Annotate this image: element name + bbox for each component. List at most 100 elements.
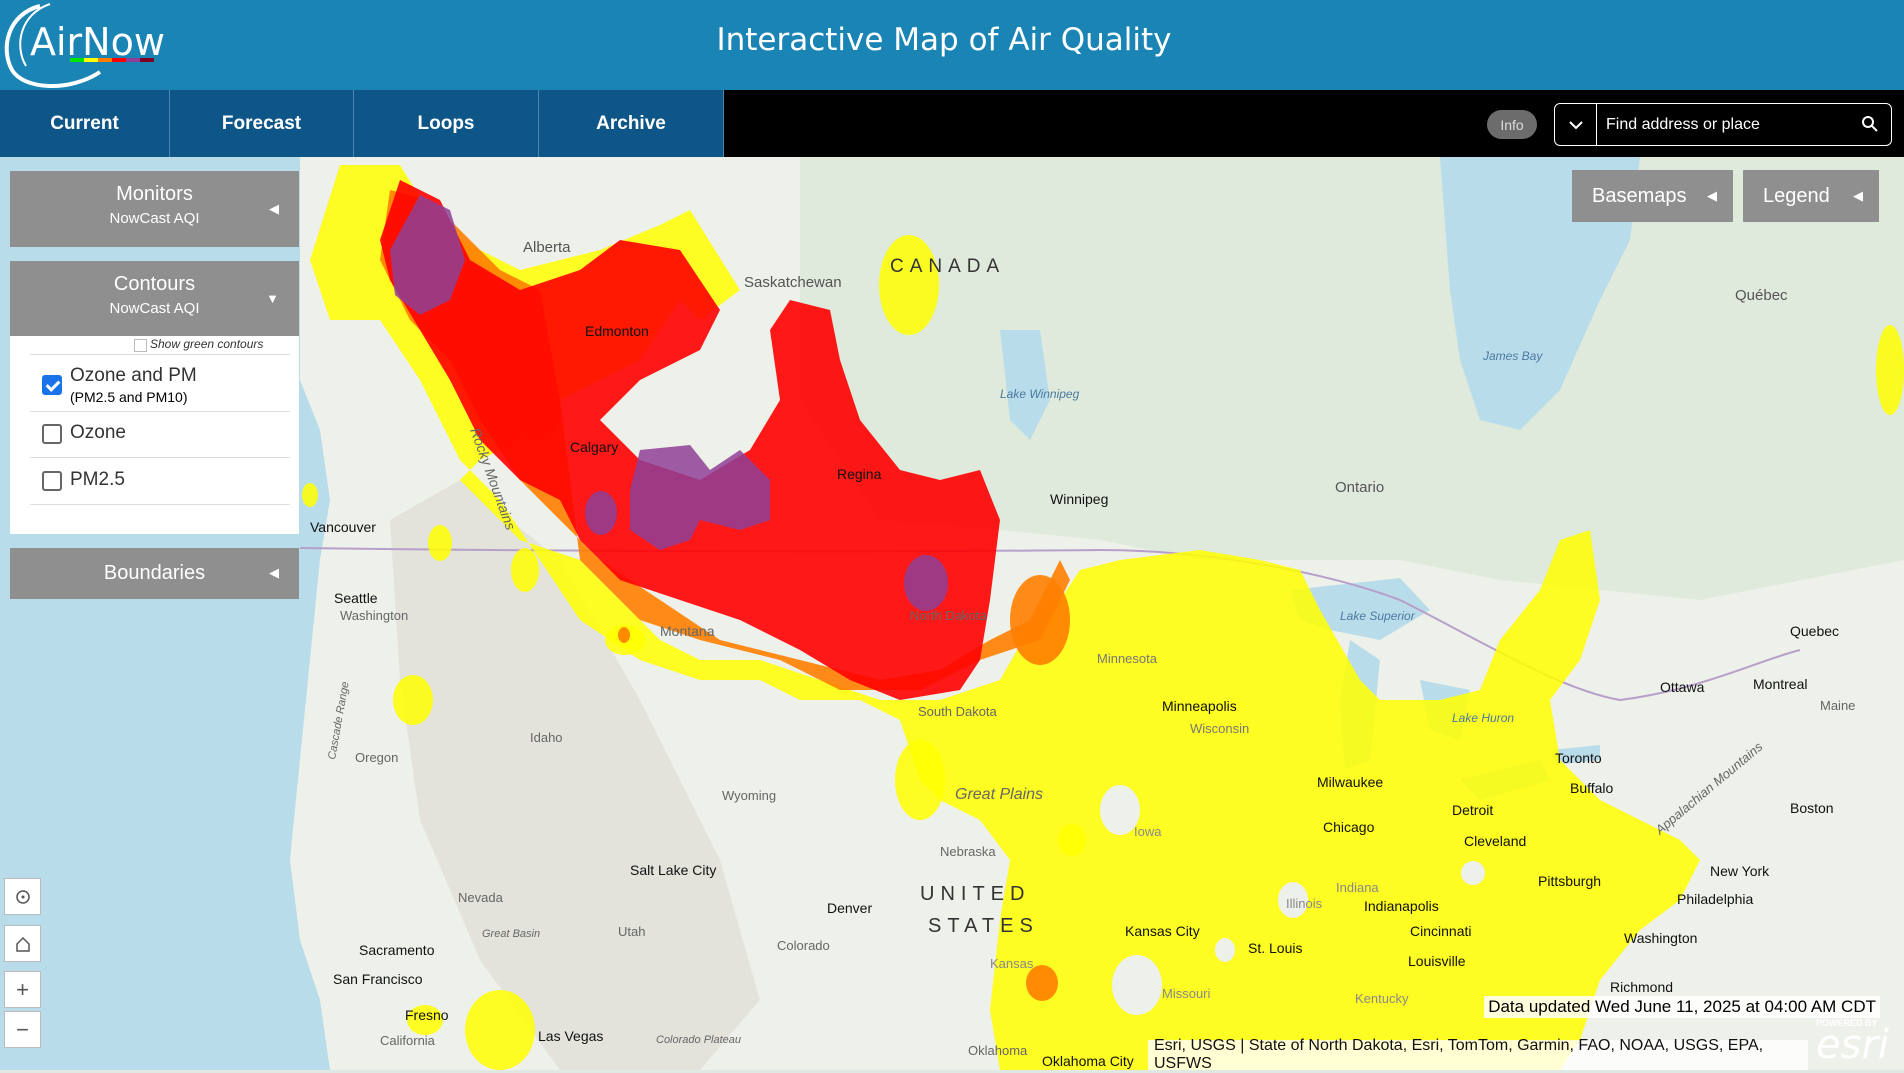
- city-label: Boston: [1790, 800, 1834, 816]
- info-button[interactable]: Info: [1487, 110, 1537, 139]
- city-label: Cincinnati: [1410, 923, 1471, 939]
- label-region: Kentucky: [1355, 991, 1409, 1006]
- label-region: Montana: [660, 623, 715, 639]
- legend-button[interactable]: Legend ◀: [1743, 170, 1879, 222]
- tab-forecast[interactable]: Forecast: [170, 90, 354, 157]
- option-ozone[interactable]: Ozone: [30, 411, 290, 458]
- collapse-left-icon: ◀: [269, 565, 279, 580]
- city-label: Kansas City: [1125, 923, 1200, 939]
- data-updated-text: Data updated Wed June 11, 2025 at 04:00 …: [1484, 996, 1880, 1018]
- label-region: Ontario: [1335, 479, 1384, 496]
- city-label: Washington: [1624, 930, 1697, 946]
- search-dropdown-button[interactable]: [1555, 104, 1597, 145]
- label-region: North Dakota: [910, 608, 987, 623]
- city-label: Ottawa: [1660, 679, 1705, 695]
- option-label: Ozone: [70, 422, 126, 443]
- label-region: Utah: [618, 924, 645, 939]
- water-label: Lake Winnipeg: [1000, 387, 1080, 401]
- contours-title: Contours: [113, 273, 196, 295]
- pm25-checkbox[interactable]: [42, 471, 62, 491]
- city-label: Sacramento: [359, 942, 435, 958]
- tab-label: Loops: [417, 112, 475, 134]
- basemaps-button[interactable]: Basemaps ◀: [1572, 170, 1733, 222]
- label-region: Idaho: [530, 730, 563, 745]
- tab-loops[interactable]: Loops: [354, 90, 539, 157]
- city-label: Minneapolis: [1162, 698, 1237, 714]
- expand-down-icon: ▼: [266, 291, 279, 306]
- city-label: Philadelphia: [1677, 891, 1753, 907]
- air-quality-map[interactable]: CANADA UNITED STATES Alberta Saskatchewa…: [0, 157, 1904, 1070]
- option-pm25[interactable]: PM2.5: [30, 458, 290, 505]
- city-label: Montreal: [1753, 676, 1807, 692]
- label-canada: CANADA: [890, 256, 1005, 277]
- city-label: Milwaukee: [1317, 774, 1383, 790]
- collapse-left-icon: ◀: [269, 201, 279, 216]
- label-region: Missouri: [1162, 986, 1211, 1001]
- home-button[interactable]: [4, 925, 41, 962]
- esri-logo[interactable]: POWERED BY esri: [1816, 1018, 1889, 1065]
- zoom-out-button[interactable]: −: [4, 1011, 41, 1048]
- tab-current[interactable]: Current: [0, 90, 170, 157]
- contours-panel-body: Show green contours Ozone and PM (PM2.5 …: [10, 336, 299, 534]
- legend-label: Legend: [1763, 184, 1830, 207]
- monitors-title: Monitors: [116, 183, 193, 205]
- basemaps-label: Basemaps: [1592, 184, 1687, 207]
- label-region: Saskatchewan: [744, 274, 842, 291]
- city-label: Seattle: [334, 590, 378, 606]
- city-label: Buffalo: [1570, 780, 1614, 796]
- city-label: Indianapolis: [1364, 898, 1439, 914]
- label-region: Oklahoma: [968, 1043, 1028, 1058]
- map-attribution: Esri, USGS | State of North Dakota, Esri…: [1148, 1037, 1808, 1072]
- contours-subtitle: NowCast AQI: [109, 300, 200, 317]
- show-green-contours-checkbox[interactable]: [134, 339, 147, 352]
- label-region: Nebraska: [940, 844, 996, 859]
- tab-label: Current: [50, 112, 119, 134]
- contours-panel-header[interactable]: Contours NowCast AQI ▼: [10, 261, 299, 336]
- option-ozone-pm[interactable]: Ozone and PM (PM2.5 and PM10): [30, 354, 290, 412]
- label-region: Wisconsin: [1190, 721, 1249, 736]
- city-label: Vancouver: [310, 519, 376, 535]
- tab-label: Archive: [596, 112, 666, 134]
- label-region: Illinois: [1286, 896, 1323, 911]
- search-input[interactable]: [1606, 104, 1846, 145]
- search-box: [1554, 103, 1892, 146]
- label-region: South Dakota: [918, 704, 998, 719]
- chevron-down-icon: [1568, 120, 1583, 129]
- label-states: STATES: [928, 915, 1039, 937]
- boundaries-panel-header[interactable]: Boundaries ◀: [10, 548, 299, 599]
- page-title: Interactive Map of Air Quality: [716, 22, 1172, 58]
- option-sublabel: (PM2.5 and PM10): [70, 389, 188, 405]
- locate-button[interactable]: [4, 878, 41, 915]
- label-region: Colorado: [777, 938, 830, 953]
- city-label: Oklahoma City: [1042, 1053, 1134, 1069]
- label-united: UNITED: [920, 883, 1030, 905]
- city-label: Louisville: [1408, 953, 1466, 969]
- monitors-subtitle: NowCast AQI: [109, 210, 200, 227]
- label-region: Oregon: [355, 750, 398, 765]
- physical-label: Great Basin: [482, 928, 540, 940]
- city-label: Denver: [827, 900, 872, 916]
- show-green-contours-label: Show green contours: [150, 337, 264, 351]
- city-label: Cleveland: [1464, 833, 1526, 849]
- ozone-pm-checkbox[interactable]: [42, 375, 62, 395]
- locate-icon: [15, 889, 30, 904]
- physical-label: Great Plains: [955, 786, 1043, 803]
- label-region: Iowa: [1134, 824, 1162, 839]
- tab-archive[interactable]: Archive: [539, 90, 724, 157]
- city-label: Salt Lake City: [630, 862, 716, 878]
- city-label: St. Louis: [1248, 940, 1302, 956]
- app-header: AirNow Interactive Map of Air Quality: [0, 0, 1904, 90]
- ozone-checkbox[interactable]: [42, 424, 62, 444]
- label-region: Washington: [340, 608, 408, 623]
- label-region: Maine: [1820, 698, 1855, 713]
- city-label: Winnipeg: [1050, 491, 1108, 507]
- zoom-in-button[interactable]: +: [4, 971, 41, 1008]
- monitors-panel-header[interactable]: Monitors NowCast AQI ◀: [10, 171, 299, 247]
- label-region: Minnesota: [1097, 651, 1158, 666]
- city-label: Richmond: [1610, 979, 1673, 995]
- water-label: Lake Superior: [1340, 609, 1416, 623]
- search-icon[interactable]: [1861, 115, 1879, 133]
- city-label: New York: [1710, 863, 1770, 879]
- city-label: Toronto: [1555, 750, 1602, 766]
- city-label: San Francisco: [333, 971, 423, 987]
